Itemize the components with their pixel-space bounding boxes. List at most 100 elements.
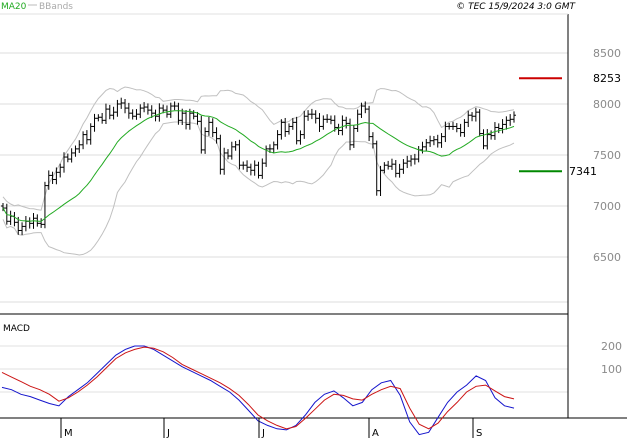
- level-label: 7341: [569, 165, 597, 178]
- price-bar: [389, 158, 394, 170]
- price-bar: [111, 106, 116, 120]
- price-bar: [245, 160, 250, 173]
- price-bar: [88, 123, 93, 145]
- price-bar: [77, 140, 82, 153]
- macd-tick-label: 100: [601, 363, 622, 376]
- price-bar: [512, 111, 516, 123]
- price-bar: [344, 116, 349, 129]
- price-bar: [27, 217, 32, 229]
- price-bar: [222, 147, 227, 175]
- price-bar: [241, 161, 246, 170]
- price-bar: [168, 102, 173, 118]
- price-bar: [283, 117, 288, 137]
- price-bar: [260, 158, 265, 179]
- price-bar: [470, 112, 475, 122]
- price-bar: [12, 212, 17, 227]
- price-bar: [157, 103, 162, 122]
- price-bar: [203, 127, 208, 154]
- macd-tick-label: 200: [601, 340, 622, 353]
- price-bar: [435, 134, 440, 148]
- price-bar: [317, 113, 322, 132]
- price-bar: [370, 132, 375, 149]
- price-bar: [256, 161, 261, 179]
- price-bar: [508, 114, 513, 126]
- price-levels: 8253 7341: [519, 72, 621, 178]
- macd-title: MACD: [3, 324, 30, 334]
- time-axis: MJJAS: [60, 418, 482, 439]
- price-bar: [351, 125, 356, 148]
- price-bar: [134, 109, 139, 120]
- price-bar: [264, 145, 269, 167]
- price-bar: [405, 155, 410, 169]
- price-bar: [458, 123, 463, 137]
- price-bar: [378, 165, 383, 197]
- price-bar: [359, 102, 364, 118]
- month-label: M: [64, 428, 73, 439]
- price-bar: [126, 102, 131, 119]
- price-bar: [336, 123, 341, 136]
- price-bar: [450, 121, 455, 130]
- level-label: 8253: [593, 72, 621, 85]
- price-bar: [374, 140, 379, 196]
- price-bar: [431, 136, 436, 146]
- price-bar: [271, 141, 276, 154]
- price-bar: [485, 129, 490, 150]
- price-bar: [115, 99, 120, 117]
- price-bar: [107, 104, 112, 120]
- price-bar: [138, 104, 143, 119]
- price-bar: [313, 110, 318, 124]
- source-credit: © TEC 15/9/2024 3:0 GMT: [456, 2, 576, 12]
- price-bar: [306, 110, 311, 121]
- price-bar: [416, 146, 421, 163]
- bbands-legend-label: BBands: [39, 2, 73, 12]
- price-bar: [145, 103, 150, 115]
- price-bar: [325, 114, 330, 123]
- price-bar: [428, 135, 433, 147]
- price-bar: [100, 112, 105, 124]
- price-bar: [302, 110, 307, 139]
- signal-line: [1, 346, 515, 430]
- price-bar: [321, 115, 326, 130]
- price-bar: [20, 222, 25, 236]
- price-bars: [1, 97, 516, 236]
- price-bar: [233, 141, 238, 151]
- price-bar: [103, 103, 108, 124]
- price-tick-label: 8000: [593, 98, 621, 111]
- price-bar: [355, 109, 360, 132]
- price-bar: [477, 109, 482, 137]
- price-bar: [294, 116, 299, 145]
- price-bar: [96, 114, 101, 122]
- price-bar: [176, 102, 181, 125]
- price-bar: [229, 141, 234, 160]
- price-bar: [424, 138, 429, 151]
- chart-canvas: 8253 7341 6500 7000 7500 8000 8500 100 200 M J J…: [0, 2, 627, 439]
- price-bar: [248, 163, 253, 176]
- price-bar: [119, 97, 124, 109]
- price-tick-label: 8500: [593, 47, 621, 60]
- price-bar: [454, 123, 459, 133]
- price-bar: [23, 215, 28, 232]
- price-bar: [287, 123, 292, 135]
- price-bar: [462, 119, 467, 137]
- month-label: S: [476, 428, 482, 439]
- month-label: A: [372, 428, 379, 439]
- price-bar: [393, 159, 398, 178]
- month-label: J: [261, 428, 265, 439]
- price-bar: [489, 130, 494, 140]
- price-bar: [348, 118, 353, 151]
- price-bar: [340, 115, 345, 136]
- price-bar: [8, 210, 13, 225]
- price-bar: [401, 159, 406, 174]
- price-bar: [504, 116, 509, 130]
- price-bar: [473, 107, 478, 122]
- price-grid: [0, 52, 568, 303]
- price-bar: [54, 167, 59, 185]
- price-bar: [35, 214, 40, 227]
- price-bar: [123, 99, 128, 114]
- price-bar: [409, 155, 414, 167]
- price-bar: [81, 131, 86, 150]
- price-bar: [50, 171, 55, 184]
- price-bar: [328, 115, 333, 125]
- price-bar: [184, 110, 189, 130]
- price-bar: [92, 113, 97, 132]
